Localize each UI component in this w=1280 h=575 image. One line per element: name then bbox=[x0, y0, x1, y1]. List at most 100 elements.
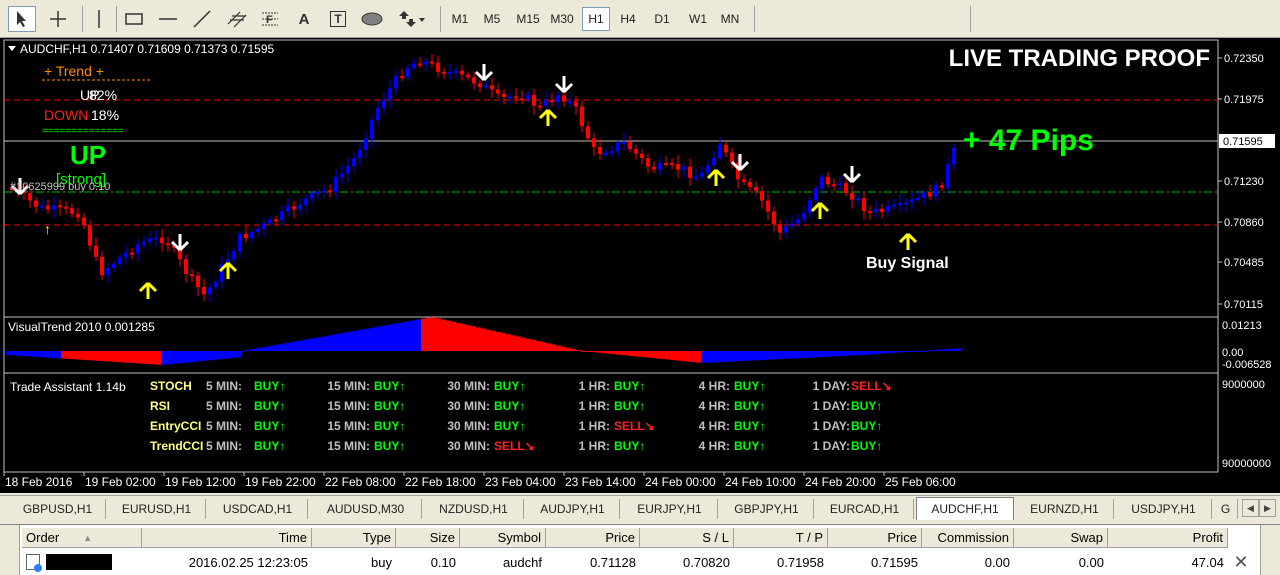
trendline-icon[interactable] bbox=[190, 6, 214, 32]
trade-cell: 0.00 bbox=[984, 554, 1010, 570]
vt-bar bbox=[701, 351, 706, 363]
timeframe-m1[interactable]: M1 bbox=[446, 7, 474, 31]
column-header[interactable]: Swap bbox=[1014, 528, 1108, 548]
timeframe-h4[interactable]: H4 bbox=[614, 7, 642, 31]
vt-bar bbox=[371, 327, 376, 351]
vt-bar bbox=[781, 351, 786, 359]
chart-tab[interactable]: G bbox=[1214, 499, 1238, 519]
column-header[interactable]: Profit bbox=[1108, 528, 1228, 548]
price-tick-label: 0.71975 bbox=[1224, 94, 1264, 106]
chart-tab[interactable]: GBPUSD,H1 bbox=[10, 499, 106, 519]
horizontal-line-icon[interactable] bbox=[156, 6, 180, 32]
chart-tab[interactable]: EURNZD,H1 bbox=[1016, 499, 1114, 519]
cursor-icon[interactable] bbox=[8, 6, 36, 32]
timeframe-d1[interactable]: D1 bbox=[648, 7, 676, 31]
vt-bar bbox=[96, 351, 101, 361]
column-header[interactable]: Order ▲ bbox=[22, 528, 142, 548]
vt-bar bbox=[471, 326, 476, 351]
rectangle-icon[interactable] bbox=[122, 6, 146, 32]
vt-bar bbox=[546, 343, 551, 351]
candle-body bbox=[238, 233, 242, 252]
text-label-icon[interactable]: T bbox=[326, 6, 350, 32]
chart-menu-icon[interactable] bbox=[8, 46, 16, 51]
channel-icon[interactable] bbox=[224, 6, 250, 32]
column-header-label: Commission bbox=[937, 530, 1009, 545]
chart-tab[interactable]: EURCAD,H1 bbox=[816, 499, 914, 519]
up-arrow-icon: ↑ bbox=[519, 379, 526, 393]
column-header[interactable]: T / P bbox=[734, 528, 828, 548]
terminal-scrollbar[interactable] bbox=[1260, 525, 1280, 575]
candle-body bbox=[598, 147, 602, 154]
scroll-right-icon[interactable]: ▶ bbox=[1259, 499, 1276, 517]
vt-bar bbox=[836, 351, 841, 357]
vt-bar bbox=[741, 351, 746, 361]
chart-tab[interactable]: GBPJPY,H1 bbox=[720, 499, 814, 519]
ta-timeframe-label: 30 MIN: bbox=[447, 399, 490, 413]
vt-bar bbox=[126, 351, 131, 363]
candle-body bbox=[700, 172, 704, 177]
ta-buy-signal: BUY↑ bbox=[374, 419, 405, 433]
column-header[interactable]: Size bbox=[396, 528, 460, 548]
column-header[interactable]: Time bbox=[142, 528, 312, 548]
vt-bar bbox=[761, 351, 766, 360]
chart-tab[interactable]: USDCAD,H1 bbox=[208, 499, 308, 519]
candle-body bbox=[280, 211, 284, 221]
timeframe-m30[interactable]: M30 bbox=[546, 7, 578, 31]
column-header[interactable]: Price bbox=[546, 528, 640, 548]
timeframe-m15[interactable]: M15 bbox=[512, 7, 544, 31]
timeframe-w1[interactable]: W1 bbox=[684, 7, 712, 31]
chart-tab[interactable]: EURUSD,H1 bbox=[108, 499, 206, 519]
timeframe-mn[interactable]: MN bbox=[716, 7, 744, 31]
candle-body bbox=[262, 223, 266, 229]
close-order-icon[interactable]: ✕ bbox=[1230, 552, 1252, 572]
vt-bar bbox=[591, 351, 596, 353]
timeframe-h1[interactable]: H1 bbox=[582, 7, 610, 31]
vt-bar bbox=[926, 350, 931, 352]
scroll-left-icon[interactable]: ◀ bbox=[1242, 499, 1259, 517]
vt-bar bbox=[851, 351, 856, 356]
column-header-label: Price bbox=[605, 530, 635, 545]
vt-bar bbox=[411, 320, 416, 351]
vt-bar bbox=[696, 351, 701, 363]
fibonacci-icon[interactable]: F bbox=[258, 6, 282, 32]
chart-tab[interactable]: AUDUSD,M30 bbox=[310, 499, 422, 519]
column-header[interactable]: Type bbox=[312, 528, 396, 548]
vt-bar bbox=[601, 351, 606, 354]
candle-body bbox=[64, 206, 68, 209]
column-header[interactable]: S / L bbox=[640, 528, 734, 548]
trading-terminal-window: F A T M1 M5 M15 M30 H1 H4 D1 W1 MN ↑ AUD… bbox=[0, 0, 1280, 575]
candle-body bbox=[424, 61, 428, 65]
chart-tab[interactable]: AUDJPY,H1 bbox=[526, 499, 620, 519]
ellipse-icon[interactable] bbox=[358, 6, 386, 32]
up-arrow-icon: ↑ bbox=[399, 439, 406, 453]
chart-tab[interactable]: NZDUSD,H1 bbox=[424, 499, 524, 519]
ta-timeframe-label: 1 DAY: bbox=[812, 439, 850, 453]
vt-bar bbox=[791, 351, 796, 359]
vt-bar bbox=[436, 318, 441, 351]
candle-body bbox=[388, 88, 392, 100]
column-header[interactable]: Price bbox=[828, 528, 922, 548]
vt-bar bbox=[776, 351, 781, 360]
down-arrow-icon: ↘ bbox=[881, 379, 892, 393]
vt-bar bbox=[366, 328, 371, 351]
vt-bar bbox=[616, 351, 621, 355]
vt-bar bbox=[456, 322, 461, 351]
chart-tab[interactable]: EURJPY,H1 bbox=[622, 499, 718, 519]
candle-body bbox=[574, 101, 578, 107]
column-header[interactable]: Commission bbox=[922, 528, 1014, 548]
vt-bar bbox=[736, 351, 741, 362]
crosshair-icon[interactable] bbox=[44, 6, 72, 32]
arrows-icon[interactable] bbox=[394, 6, 428, 32]
vt-bar bbox=[481, 328, 486, 351]
ta-signal-text: BUY bbox=[254, 399, 280, 413]
vt-bar bbox=[346, 332, 351, 351]
timeframe-m5[interactable]: M5 bbox=[478, 7, 506, 31]
vertical-line-icon[interactable] bbox=[88, 6, 110, 32]
vt-bar bbox=[921, 350, 926, 352]
chart-window[interactable]: ↑ AUDCHF,H1 0.71407 0.71609 0.71373 0.71… bbox=[0, 38, 1280, 493]
chart-tab[interactable]: USDJPY,H1 bbox=[1116, 499, 1212, 519]
up-arrow-icon: ↑ bbox=[876, 419, 883, 433]
chart-tab[interactable]: AUDCHF,H1 bbox=[916, 497, 1014, 520]
column-header[interactable]: Symbol bbox=[460, 528, 546, 548]
text-icon[interactable]: A bbox=[292, 6, 316, 32]
